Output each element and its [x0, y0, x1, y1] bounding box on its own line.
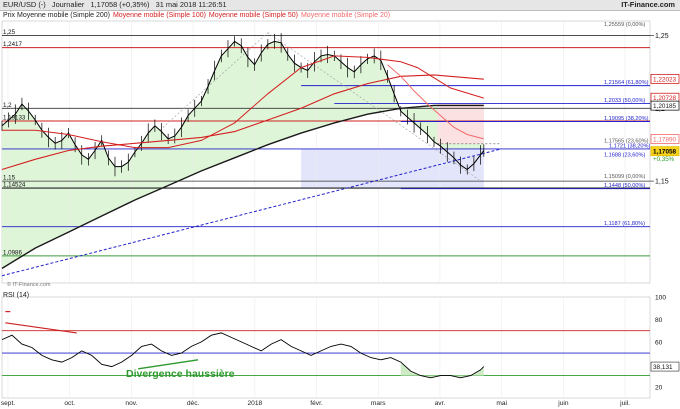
rsi-tick-label: 80 — [655, 317, 663, 324]
x-tick-label: sept. — [1, 400, 15, 407]
x-tick-label: mai — [496, 400, 507, 407]
x-tick-label: avr. — [435, 400, 446, 407]
rsi-value-label: 38,131 — [653, 364, 673, 371]
x-tick-label: févr. — [310, 400, 323, 407]
left-level-label: 1,25 — [3, 29, 16, 36]
x-tick-label: nov. — [125, 400, 137, 407]
fib-label: 1,1688 (23,60%) — [604, 153, 645, 159]
fib-label: 1,1187 (61,80%) — [604, 221, 645, 227]
price-chart-svg: 1,25 1,2417 1,2 1,19133 1,15 1,14524 1,0986 1,2… — [1, 20, 680, 407]
chart-window: EUR/USD (-) Journalier 1,17058 (+0,35%) … — [0, 0, 680, 409]
fib-label: 1,15099 (0,00%) — [604, 174, 645, 180]
resistance-zone-fill — [437, 103, 484, 144]
left-level-label: 1,19133 — [3, 114, 26, 121]
copyright-label: © IT-Finance.com — [7, 282, 51, 288]
price-badge-label: 1,17890 — [653, 137, 677, 144]
fib-label: 1,1721 (38,20%) — [609, 143, 650, 149]
x-tick-label: oct. — [64, 400, 75, 407]
left-level-label: 1,2417 — [3, 41, 22, 48]
fib-label: 1,21564 (61,80%) — [604, 80, 649, 86]
fib-label: 1,2033 (50,00%) — [604, 98, 645, 104]
x-tick-label: juin — [557, 400, 569, 407]
price-badge-label: 1,22023 — [653, 76, 677, 83]
x-tick-label: déc. — [187, 400, 200, 407]
fib-label: 1,19095 (38,20%) — [604, 116, 649, 122]
rsi-title: RSI (14) — [3, 292, 30, 299]
left-level-label: 1,14524 — [3, 182, 26, 189]
fib-label: 1,1448 (50,00%) — [604, 183, 645, 189]
fib-label: 1,25559 (0,00%) — [604, 22, 645, 28]
change-label: +0,35% — [653, 156, 675, 163]
rsi-tick-label: 60 — [655, 339, 663, 346]
rsi-panel-frame — [1, 296, 651, 399]
x-tick-label: 2018 — [247, 400, 262, 407]
y-tick-label: 1,15 — [655, 179, 669, 186]
rsi-tick-label: 20 — [655, 384, 663, 391]
price-badge-label: 1,20185 — [653, 103, 677, 110]
left-level-label: 1,2 — [3, 102, 12, 109]
x-tick-label: juil. — [619, 400, 630, 407]
fib-zone-fill — [301, 148, 484, 189]
rsi-tick-label: 100 — [655, 295, 666, 302]
price-badge-label: 1,17058 — [653, 149, 677, 156]
y-tick-label: 1,25 — [655, 33, 669, 40]
divergence-annotation: Divergence haussière — [126, 368, 235, 380]
left-level-label: 1,0986 — [3, 249, 22, 256]
x-tick-label: mars — [371, 400, 386, 407]
